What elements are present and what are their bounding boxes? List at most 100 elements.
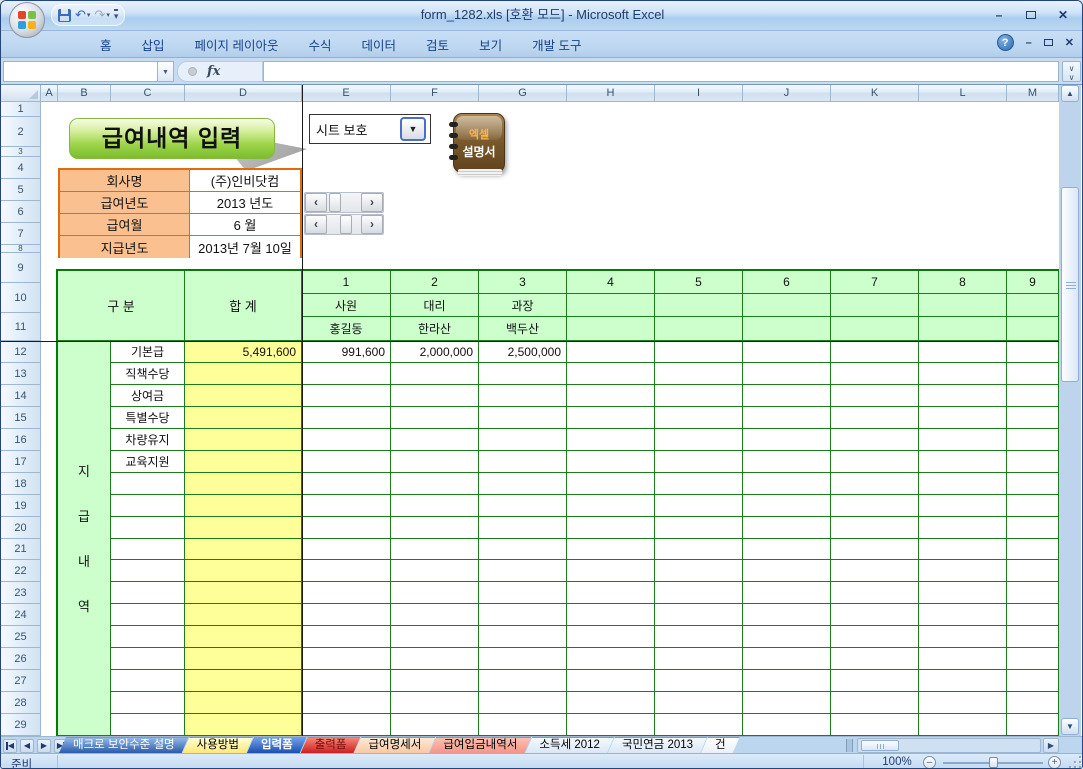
table-cell[interactable] bbox=[567, 495, 655, 517]
row-header[interactable]: 10 bbox=[1, 283, 41, 313]
table-cell[interactable] bbox=[567, 604, 655, 626]
table-cell[interactable] bbox=[302, 473, 391, 495]
close-button[interactable]: ✕ bbox=[1054, 7, 1072, 23]
row-header[interactable]: 19 bbox=[1, 495, 41, 517]
table-row-total[interactable]: 5,491,600 bbox=[185, 341, 302, 363]
table-row-label[interactable] bbox=[111, 670, 185, 692]
table-cell[interactable] bbox=[1007, 560, 1059, 582]
table-cell[interactable] bbox=[919, 473, 1007, 495]
table-cell[interactable] bbox=[567, 517, 655, 539]
table-cell[interactable] bbox=[567, 648, 655, 670]
horizontal-scroll-thumb[interactable] bbox=[861, 740, 899, 751]
table-cell[interactable] bbox=[919, 495, 1007, 517]
table-row-total[interactable] bbox=[185, 539, 302, 560]
table-cell[interactable] bbox=[479, 385, 567, 407]
table-row-total[interactable] bbox=[185, 473, 302, 495]
table-cell[interactable] bbox=[655, 517, 743, 539]
table-row-total[interactable] bbox=[185, 648, 302, 670]
table-col-title[interactable] bbox=[831, 294, 919, 317]
form-field-value[interactable]: 2013 년도 bbox=[190, 192, 300, 213]
table-cell[interactable] bbox=[655, 473, 743, 495]
month-spinner-right-icon[interactable]: › bbox=[361, 215, 383, 234]
formula-input[interactable] bbox=[263, 61, 1059, 82]
table-cell[interactable] bbox=[567, 626, 655, 648]
name-box[interactable] bbox=[3, 61, 158, 82]
table-cell[interactable] bbox=[655, 341, 743, 363]
undo-dropdown-icon[interactable]: ▾ bbox=[87, 11, 91, 19]
table-cell[interactable] bbox=[919, 604, 1007, 626]
table-row-total[interactable] bbox=[185, 407, 302, 429]
table-row-label[interactable] bbox=[111, 692, 185, 714]
year-spinner-left-icon[interactable]: ‹ bbox=[305, 193, 327, 212]
table-cell[interactable] bbox=[391, 473, 479, 495]
row-header[interactable]: 9 bbox=[1, 253, 41, 283]
row-header[interactable]: 26 bbox=[1, 648, 41, 670]
month-spinner-track[interactable] bbox=[327, 215, 361, 234]
table-col-name[interactable] bbox=[655, 317, 743, 341]
table-cell[interactable] bbox=[743, 648, 831, 670]
table-cell[interactable] bbox=[479, 692, 567, 714]
table-cell[interactable] bbox=[919, 407, 1007, 429]
table-col-name[interactable] bbox=[919, 317, 1007, 341]
table-cell[interactable] bbox=[919, 714, 1007, 736]
table-cell[interactable] bbox=[479, 582, 567, 604]
table-cell[interactable] bbox=[831, 473, 919, 495]
row-header[interactable]: 12 bbox=[1, 341, 41, 363]
row-header[interactable]: 2 bbox=[1, 117, 41, 147]
table-row-label[interactable]: 교육지원 bbox=[111, 451, 185, 473]
form-field-value[interactable]: 2013년 7월 10일 bbox=[190, 236, 300, 258]
table-row-total[interactable] bbox=[185, 517, 302, 539]
table-cell[interactable] bbox=[567, 407, 655, 429]
restore-button[interactable] bbox=[1022, 7, 1040, 23]
table-cell[interactable] bbox=[743, 604, 831, 626]
table-cell[interactable] bbox=[655, 407, 743, 429]
month-spinner-thumb[interactable] bbox=[340, 215, 352, 234]
ribbon-tab[interactable]: 수식 bbox=[296, 31, 345, 58]
column-header[interactable]: C bbox=[111, 85, 185, 102]
zoom-slider-thumb[interactable] bbox=[989, 757, 998, 768]
table-cell[interactable] bbox=[743, 363, 831, 385]
undo-button[interactable]: ↶▾ bbox=[75, 7, 90, 23]
row-header[interactable]: 29 bbox=[1, 714, 41, 736]
table-cell[interactable] bbox=[831, 451, 919, 473]
month-spinner-left-icon[interactable]: ‹ bbox=[305, 215, 327, 234]
scroll-down-icon[interactable]: ▼ bbox=[1061, 718, 1079, 735]
table-cell[interactable] bbox=[831, 626, 919, 648]
table-cell[interactable] bbox=[479, 604, 567, 626]
table-cell[interactable] bbox=[302, 363, 391, 385]
column-header[interactable]: K bbox=[831, 85, 919, 102]
table-cell[interactable] bbox=[391, 670, 479, 692]
table-cell[interactable] bbox=[391, 363, 479, 385]
vertical-scroll-thumb[interactable] bbox=[1061, 187, 1079, 382]
scroll-up-icon[interactable]: ▲ bbox=[1061, 85, 1079, 102]
table-cell[interactable] bbox=[655, 604, 743, 626]
form-field-value[interactable]: 6 월 bbox=[190, 214, 300, 235]
excel-manual-button[interactable]: 엑셀 설명서 bbox=[453, 113, 505, 173]
table-row-total[interactable] bbox=[185, 560, 302, 582]
table-cell[interactable] bbox=[567, 363, 655, 385]
table-row-total[interactable] bbox=[185, 626, 302, 648]
table-cell[interactable] bbox=[919, 363, 1007, 385]
sheet-tab[interactable]: 사용방법 bbox=[183, 737, 253, 753]
table-cell[interactable]: 991,600 bbox=[302, 341, 391, 363]
table-cell[interactable] bbox=[1007, 407, 1059, 429]
table-col-title[interactable] bbox=[743, 294, 831, 317]
column-header[interactable]: A bbox=[41, 85, 58, 102]
table-cell[interactable] bbox=[479, 407, 567, 429]
table-cell[interactable] bbox=[655, 363, 743, 385]
table-cell[interactable] bbox=[479, 429, 567, 451]
table-cell[interactable] bbox=[743, 407, 831, 429]
sheet-protect-dropdown-arrow-icon[interactable]: ▼ bbox=[400, 117, 426, 141]
workbook-minimize-button[interactable]: – bbox=[1026, 36, 1032, 50]
table-cell[interactable]: 2,500,000 bbox=[479, 341, 567, 363]
table-cell[interactable] bbox=[831, 363, 919, 385]
table-col-title[interactable] bbox=[919, 294, 1007, 317]
table-cell[interactable] bbox=[655, 714, 743, 736]
table-col-name[interactable]: 홍길동 bbox=[302, 317, 391, 341]
table-cell[interactable] bbox=[831, 670, 919, 692]
sheet-tab[interactable]: 급여입금내역서 bbox=[429, 737, 531, 753]
ribbon-tab[interactable]: 개발 도구 bbox=[519, 31, 594, 58]
table-cell[interactable] bbox=[567, 473, 655, 495]
table-cell[interactable] bbox=[655, 670, 743, 692]
ribbon-tab[interactable]: 삽입 bbox=[129, 31, 178, 58]
